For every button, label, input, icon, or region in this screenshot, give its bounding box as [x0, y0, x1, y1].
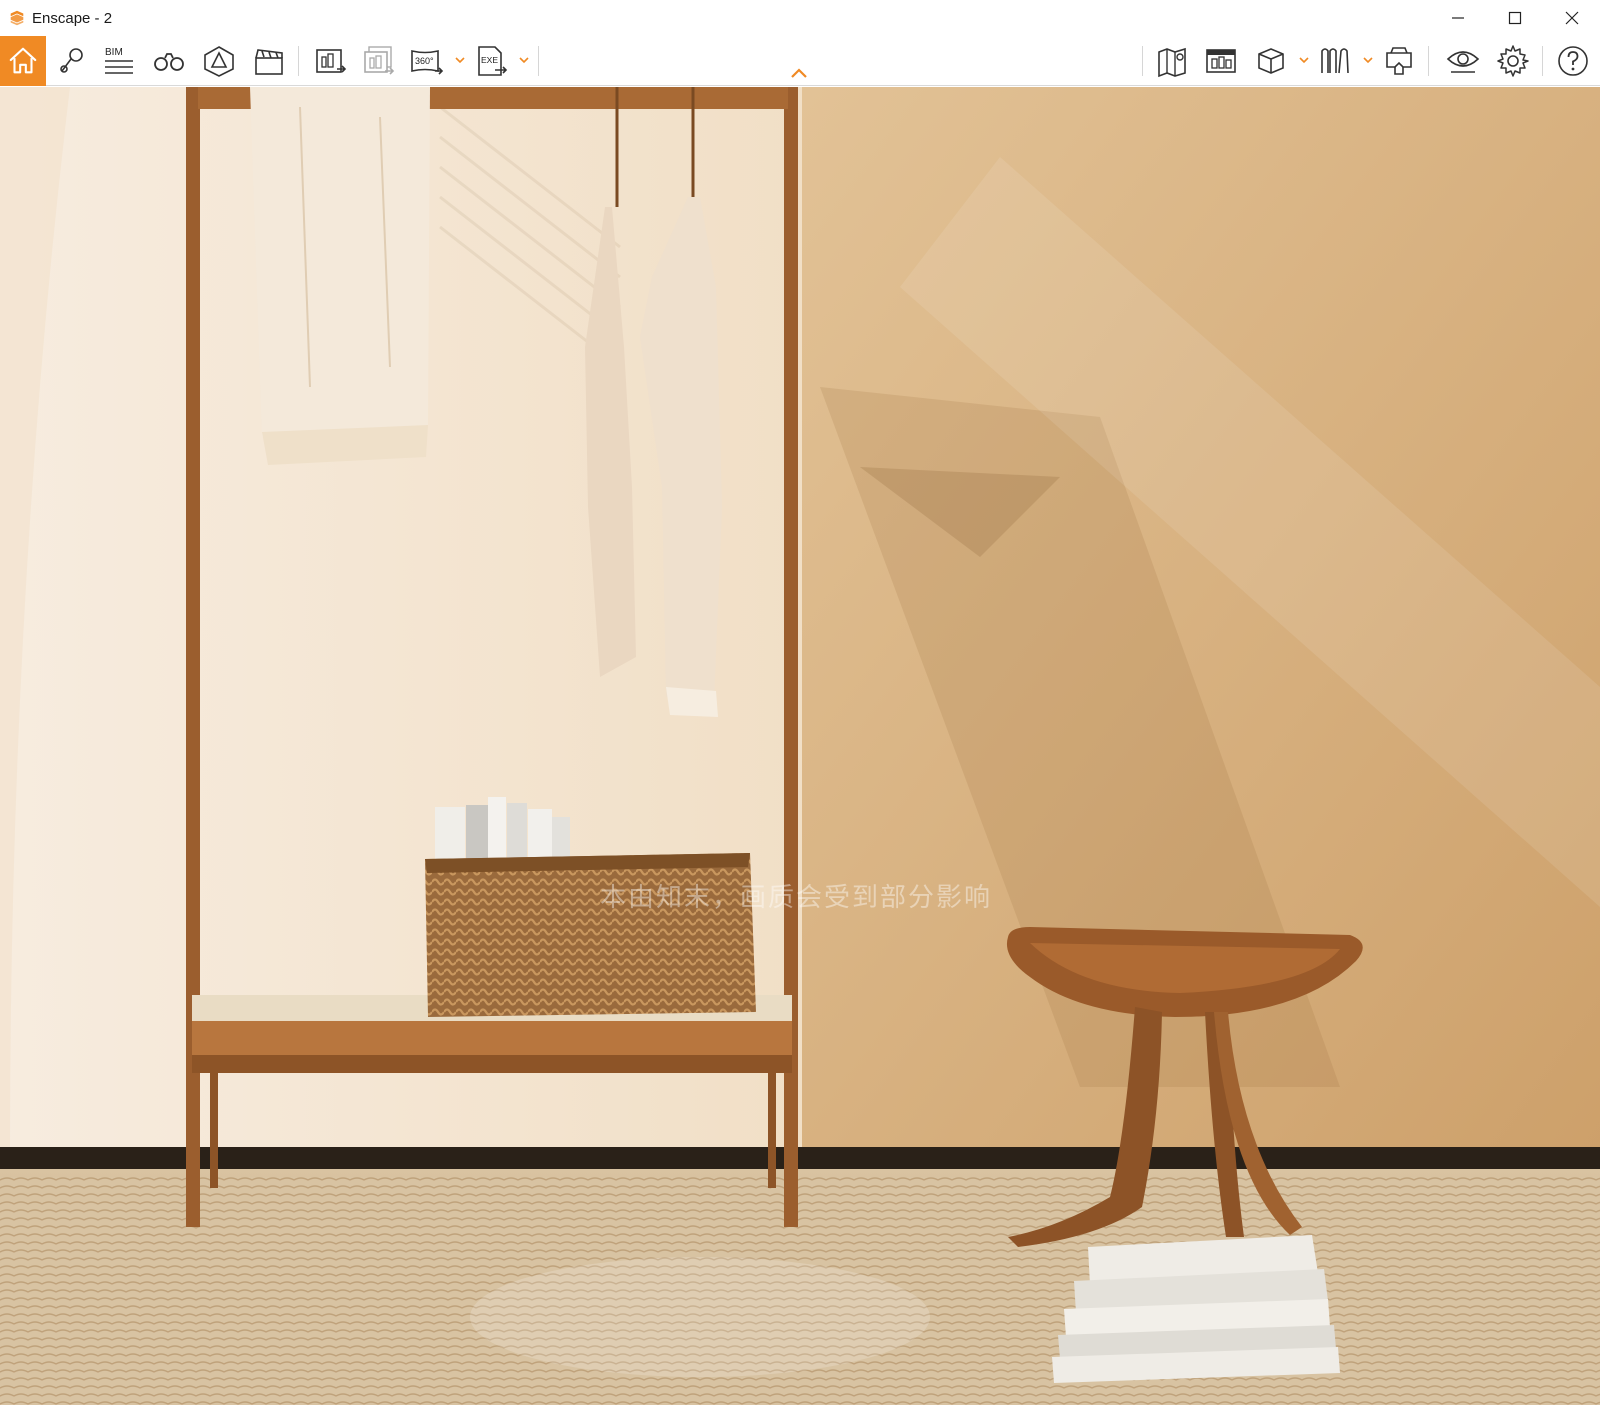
video-editor-icon — [255, 49, 283, 75]
video-editor-button[interactable] — [248, 38, 290, 84]
title-bar: Enscape - 2 — [0, 0, 1600, 36]
visual-settings-button[interactable] — [1442, 38, 1484, 84]
home-button[interactable] — [0, 36, 46, 86]
window-controls — [1429, 0, 1600, 36]
bim-icon: BIM — [105, 47, 133, 74]
map-button[interactable] — [1152, 38, 1194, 84]
cinema-button[interactable] — [1200, 38, 1242, 84]
panorama-button[interactable]: 360° — [406, 38, 448, 84]
vr-headset-button[interactable] — [1378, 38, 1420, 84]
minimize-icon — [1451, 17, 1464, 19]
bookmarks-dropdown-chevron-down-icon[interactable] — [1362, 54, 1374, 66]
map-icon — [1158, 47, 1186, 78]
svg-text:BIM: BIM — [105, 47, 123, 58]
views-button[interactable] — [52, 38, 92, 84]
hanging-trousers — [250, 87, 430, 465]
bim-button[interactable]: BIM — [98, 38, 140, 84]
views-icon — [60, 48, 83, 73]
bookmarks-button[interactable] — [1314, 38, 1356, 84]
svg-text:360°: 360° — [415, 56, 434, 66]
close-icon — [1565, 11, 1578, 25]
window-title: Enscape - 2 — [32, 9, 113, 27]
batch-render-icon — [364, 46, 395, 75]
panorama-icon: 360° — [411, 49, 444, 75]
render-image-button[interactable] — [310, 38, 352, 84]
stacked-books — [1052, 1235, 1340, 1383]
minimize-button[interactable] — [1429, 0, 1486, 36]
toolbar-separator — [1428, 46, 1429, 76]
export-dropdown-chevron-down-icon[interactable] — [518, 54, 530, 66]
cube-icon — [1258, 48, 1284, 74]
enscape-logo-icon — [6, 7, 28, 29]
bookmarks-icon — [1321, 48, 1349, 74]
toolbar-separator — [1542, 46, 1543, 76]
cinema-icon — [1206, 49, 1236, 73]
vr-headset-icon — [1386, 47, 1412, 75]
toolbar-separator — [538, 46, 539, 76]
help-button[interactable] — [1552, 38, 1594, 84]
cube-dropdown-chevron-down-icon[interactable] — [1298, 54, 1310, 66]
settings-icon — [1497, 45, 1529, 77]
rendered-scene-image — [0, 87, 1600, 1405]
watermark-text: 本由知末，画质会受到部分影响 — [600, 883, 993, 913]
asset-library-button[interactable] — [198, 38, 240, 84]
home-icon — [9, 47, 37, 74]
render-image-icon — [316, 49, 347, 73]
main-toolbar: BIM 360° EXE — [0, 36, 1600, 86]
binoculars-button[interactable] — [148, 38, 190, 84]
collapse-toolbar-chevron-up-icon[interactable] — [786, 66, 812, 82]
close-button[interactable] — [1543, 0, 1600, 36]
export-exe-icon: EXE — [478, 46, 508, 76]
asset-library-icon — [204, 46, 234, 77]
cube-button[interactable] — [1250, 38, 1292, 84]
render-viewport[interactable]: 本由知末，画质会受到部分影响 — [0, 87, 1600, 1405]
binoculars-icon — [154, 53, 184, 71]
panorama-dropdown-chevron-down-icon[interactable] — [454, 54, 466, 66]
settings-button[interactable] — [1492, 38, 1534, 84]
visual-settings-icon — [1446, 51, 1480, 73]
maximize-icon — [1508, 11, 1521, 25]
toolbar-separator — [298, 46, 299, 76]
export-exe-button[interactable]: EXE — [470, 38, 512, 84]
svg-text:EXE: EXE — [481, 55, 498, 65]
help-icon — [1558, 46, 1588, 76]
toolbar-separator — [1142, 46, 1143, 76]
batch-render-button[interactable] — [358, 38, 400, 84]
maximize-button[interactable] — [1486, 0, 1543, 36]
